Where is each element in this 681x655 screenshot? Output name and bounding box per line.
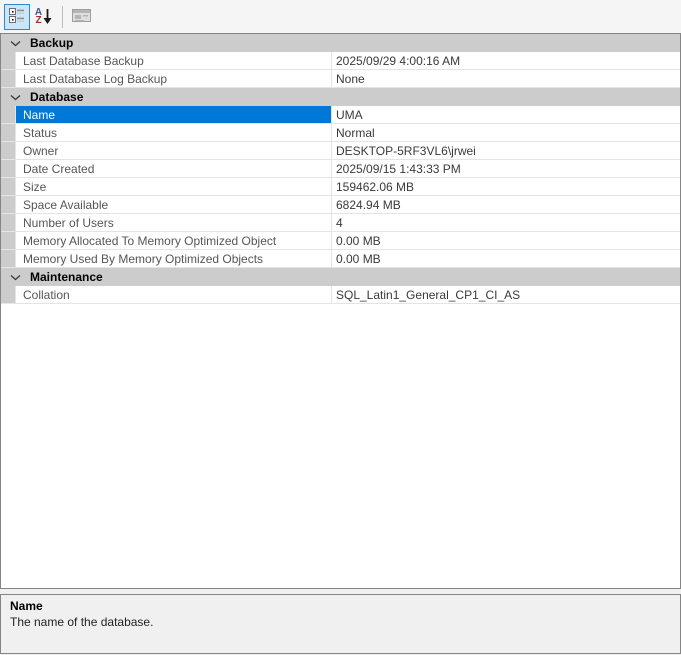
- property-name[interactable]: Name: [16, 106, 332, 123]
- indent-strip: [1, 286, 16, 303]
- property-name[interactable]: Last Database Log Backup: [16, 70, 332, 87]
- indent-strip: [1, 106, 16, 123]
- property-pages-icon: [71, 7, 93, 27]
- property-row-owner[interactable]: Owner DESKTOP-5RF3VL6\jrwei: [1, 142, 680, 160]
- property-row-memory-allocated-to-memory-optimized-object[interactable]: Memory Allocated To Memory Optimized Obj…: [1, 232, 680, 250]
- toolbar-separator: [62, 5, 63, 28]
- property-name[interactable]: Collation: [16, 286, 332, 303]
- alphabetical-sort-button[interactable]: A Z: [31, 4, 57, 30]
- indent-strip: [1, 142, 16, 159]
- indent-strip: [1, 232, 16, 249]
- description-title: Name: [10, 599, 43, 613]
- properties-toolbar: A Z: [0, 0, 681, 33]
- category-row-backup[interactable]: Backup: [1, 34, 680, 52]
- indent-strip: [1, 250, 16, 267]
- property-name[interactable]: Space Available: [16, 196, 332, 213]
- property-value[interactable]: UMA: [332, 106, 680, 123]
- property-row-last-database-backup[interactable]: Last Database Backup 2025/09/29 4:00:16 A…: [1, 52, 680, 70]
- indent-strip: [1, 124, 16, 141]
- collapse-chevron-icon[interactable]: [1, 40, 25, 47]
- az-sort-descending-icon: A Z: [35, 7, 53, 26]
- property-row-space-available[interactable]: Space Available 6824.94 MB: [1, 196, 680, 214]
- property-value[interactable]: 0.00 MB: [332, 232, 680, 249]
- property-row-status[interactable]: Status Normal: [1, 124, 680, 142]
- property-name[interactable]: Last Database Backup: [16, 52, 332, 69]
- property-name[interactable]: Owner: [16, 142, 332, 159]
- property-value[interactable]: None: [332, 70, 680, 87]
- property-grid-rows: Backup Last Database Backup 2025/09/29 4:0…: [1, 34, 680, 304]
- property-name[interactable]: Status: [16, 124, 332, 141]
- property-row-name[interactable]: Name UMA: [1, 106, 680, 124]
- property-value[interactable]: 6824.94 MB: [332, 196, 680, 213]
- property-value[interactable]: 159462.06 MB: [332, 178, 680, 195]
- collapse-chevron-icon[interactable]: [1, 94, 25, 101]
- category-label: Maintenance: [30, 270, 103, 284]
- property-value[interactable]: SQL_Latin1_General_CP1_CI_AS: [332, 286, 680, 303]
- property-value[interactable]: 2025/09/29 4:00:16 AM: [332, 52, 680, 69]
- property-row-number-of-users[interactable]: Number of Users 4: [1, 214, 680, 232]
- property-value[interactable]: 2025/09/15 1:43:33 PM: [332, 160, 680, 177]
- property-row-last-database-log-backup[interactable]: Last Database Log Backup None: [1, 70, 680, 88]
- collapse-chevron-icon[interactable]: [1, 274, 25, 281]
- categorized-view-icon: [9, 7, 25, 26]
- indent-strip: [1, 196, 16, 213]
- description-text: The name of the database.: [10, 615, 154, 629]
- property-value[interactable]: 4: [332, 214, 680, 231]
- property-name[interactable]: Memory Allocated To Memory Optimized Obj…: [16, 232, 332, 249]
- property-name[interactable]: Date Created: [16, 160, 332, 177]
- indent-strip: [1, 160, 16, 177]
- property-grid: Backup Last Database Backup 2025/09/29 4:0…: [0, 33, 681, 589]
- description-panel: Name The name of the database.: [0, 594, 681, 654]
- property-value[interactable]: Normal: [332, 124, 680, 141]
- property-pages-button: [69, 4, 95, 30]
- property-row-date-created[interactable]: Date Created 2025/09/15 1:43:33 PM: [1, 160, 680, 178]
- property-name[interactable]: Number of Users: [16, 214, 332, 231]
- category-row-maintenance[interactable]: Maintenance: [1, 268, 680, 286]
- property-row-collation[interactable]: Collation SQL_Latin1_General_CP1_CI_AS: [1, 286, 680, 304]
- indent-strip: [1, 52, 16, 69]
- category-row-database[interactable]: Database: [1, 88, 680, 106]
- sort-letter-z: Z: [35, 14, 42, 26]
- indent-strip: [1, 178, 16, 195]
- property-name[interactable]: Size: [16, 178, 332, 195]
- property-row-memory-used-by-memory-optimized-objects[interactable]: Memory Used By Memory Optimized Objects 0…: [1, 250, 680, 268]
- property-value[interactable]: 0.00 MB: [332, 250, 680, 267]
- category-label: Database: [30, 90, 84, 104]
- category-label: Backup: [30, 36, 74, 50]
- indent-strip: [1, 70, 16, 87]
- property-value[interactable]: DESKTOP-5RF3VL6\jrwei: [332, 142, 680, 159]
- categorized-button[interactable]: [4, 3, 30, 30]
- indent-strip: [1, 214, 16, 231]
- property-name[interactable]: Memory Used By Memory Optimized Objects: [16, 250, 332, 267]
- property-row-size[interactable]: Size 159462.06 MB: [1, 178, 680, 196]
